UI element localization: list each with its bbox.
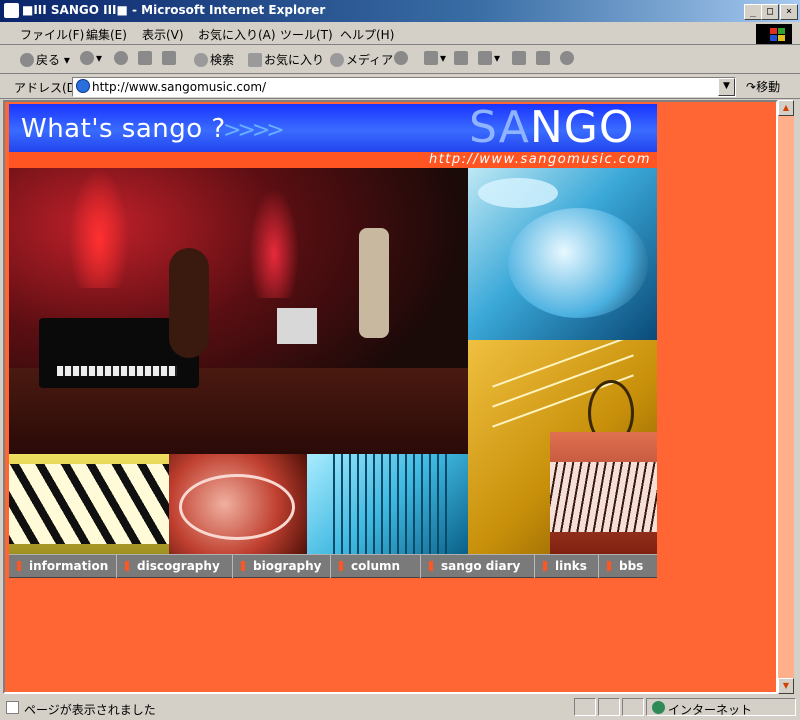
- nav-biography[interactable]: biography: [233, 555, 331, 578]
- mail-icon: [424, 51, 438, 65]
- keyboard-photo: [9, 454, 169, 554]
- page-viewport[interactable]: What's sango ? >>>> SANGO http://www.san…: [3, 100, 778, 694]
- research-button[interactable]: [536, 51, 552, 65]
- nav-discography[interactable]: discography: [117, 555, 233, 578]
- stop-button[interactable]: [114, 51, 130, 65]
- refresh-icon: [138, 51, 152, 65]
- nav-bar: information discography biography column…: [9, 554, 657, 578]
- search-icon: [194, 53, 208, 67]
- page-done-icon: [6, 701, 19, 714]
- messenger-icon: [560, 51, 574, 65]
- print-button[interactable]: [454, 51, 470, 65]
- stop-icon: [114, 51, 128, 65]
- back-button[interactable]: 戻る ▾: [20, 51, 70, 68]
- title-bar: ■III SANGO III■ - Microsoft Internet Exp…: [0, 0, 800, 22]
- favorites-icon: [248, 53, 262, 67]
- history-icon: [394, 51, 408, 65]
- search-button[interactable]: 検索: [194, 51, 234, 68]
- menu-favorites[interactable]: お気に入り(A): [198, 26, 276, 43]
- nav-column[interactable]: column: [331, 555, 421, 578]
- nav-information[interactable]: information: [9, 555, 117, 578]
- media-button[interactable]: メディア: [330, 51, 393, 68]
- nav-sango-diary[interactable]: sango diary: [421, 555, 535, 578]
- tagline-arrows: >>>>: [223, 118, 285, 143]
- favorites-button[interactable]: お気に入り: [248, 51, 324, 68]
- menu-tools[interactable]: ツール(T): [280, 26, 333, 43]
- messenger-button[interactable]: [560, 51, 576, 65]
- zone-text: インターネット: [668, 703, 753, 717]
- edit-button[interactable]: ▾: [478, 51, 500, 65]
- bullet-icon: [125, 561, 129, 571]
- status-panel: [598, 698, 620, 716]
- menu-view[interactable]: 表示(V): [142, 26, 184, 43]
- status-panel: [574, 698, 596, 716]
- scroll-up-button[interactable]: ▲: [778, 100, 794, 116]
- header-banner: What's sango ? >>>> SANGO: [9, 104, 657, 152]
- research-icon: [536, 51, 550, 65]
- go-arrow-icon: ↷: [746, 80, 757, 94]
- windows-logo-icon: [756, 24, 792, 44]
- bullet-icon: [241, 561, 245, 571]
- bullet-icon: [17, 561, 21, 571]
- close-button[interactable]: ×: [780, 4, 798, 20]
- page-icon: [76, 79, 90, 93]
- bullet-icon: [543, 561, 547, 571]
- ie-app-icon[interactable]: [4, 3, 19, 18]
- piano-hand-photo: [550, 432, 657, 554]
- menu-help[interactable]: ヘルプ(H): [340, 26, 394, 43]
- scroll-down-button[interactable]: ▼: [778, 678, 794, 694]
- edit-icon: [478, 51, 492, 65]
- nav-links[interactable]: links: [535, 555, 599, 578]
- vertical-scrollbar[interactable]: ▲ ▼: [778, 100, 794, 694]
- sango-logo[interactable]: SANGO: [469, 104, 635, 152]
- address-input[interactable]: [92, 80, 712, 94]
- status-bar: ページが表示されました インターネット: [0, 696, 800, 720]
- home-button[interactable]: [162, 51, 178, 65]
- accordion-photo: [307, 454, 468, 554]
- snare-photo: [169, 454, 307, 554]
- bullet-icon: [339, 561, 343, 571]
- menu-edit[interactable]: 編集(E): [86, 26, 127, 43]
- internet-zone-icon: [652, 701, 665, 714]
- mail-button[interactable]: ▾: [424, 51, 446, 65]
- forward-button[interactable]: ▾: [80, 51, 102, 65]
- bullet-icon: [607, 561, 611, 571]
- menu-bar: ファイル(F) 編集(E) 表示(V) お気に入り(A) ツール(T) ヘルプ(…: [0, 22, 800, 45]
- bullet-icon: [429, 561, 433, 571]
- history-button[interactable]: [394, 51, 410, 65]
- print-icon: [454, 51, 468, 65]
- status-panel: [622, 698, 644, 716]
- tagline: What's sango ?: [21, 114, 226, 144]
- address-label: アドレス(D): [14, 81, 81, 95]
- nav-bbs[interactable]: bbs: [599, 555, 657, 578]
- discuss-icon: [512, 51, 526, 65]
- site-url: http://www.sangomusic.com: [428, 152, 651, 167]
- status-text: ページが表示されました: [24, 703, 156, 717]
- menu-file[interactable]: ファイル(F): [20, 26, 84, 43]
- standard-toolbar: 戻る ▾ ▾ 検索 お気に入り メディア ▾ ▾: [0, 45, 800, 74]
- home-icon: [162, 51, 176, 65]
- drum-photo: [468, 168, 657, 340]
- forward-arrow-icon: [80, 51, 94, 65]
- minimize-button[interactable]: _: [744, 4, 762, 20]
- window-title: ■III SANGO III■ - Microsoft Internet Exp…: [22, 3, 326, 17]
- url-strip: http://www.sangomusic.com: [9, 152, 657, 168]
- concert-photo: [9, 168, 468, 454]
- address-dropdown-button[interactable]: ▼: [718, 78, 735, 96]
- go-button[interactable]: ↷移動: [746, 78, 780, 95]
- discuss-button[interactable]: [512, 51, 528, 65]
- refresh-button[interactable]: [138, 51, 154, 65]
- maximize-button[interactable]: □: [761, 4, 779, 20]
- media-icon: [330, 53, 344, 67]
- back-arrow-icon: [20, 53, 34, 67]
